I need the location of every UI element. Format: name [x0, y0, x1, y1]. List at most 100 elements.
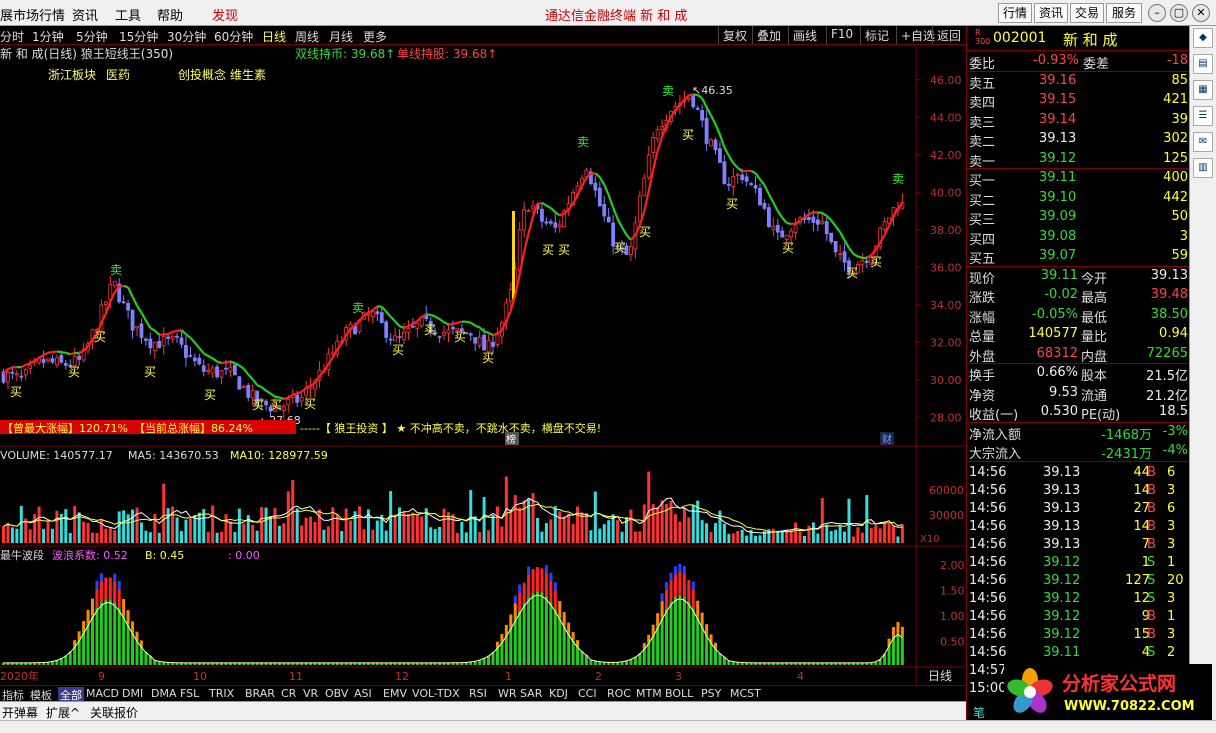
volume-bar — [6, 522, 10, 543]
tab-4[interactable]: DMI — [122, 687, 143, 700]
ma-segment — [448, 322, 454, 326]
tab-7[interactable]: TRIX — [209, 687, 234, 700]
sell-signal: 卖 — [577, 135, 589, 149]
btn-adjust[interactable]: 复权 — [718, 26, 751, 44]
period-timeshare[interactable]: 分时 — [0, 28, 24, 45]
period-30min[interactable]: 30分钟 — [167, 28, 206, 45]
period-weekly[interactable]: 周线 — [295, 28, 319, 45]
strip-list-icon[interactable]: ☰ — [1193, 106, 1213, 126]
btn-draw[interactable]: 画线 — [788, 26, 821, 44]
volume-bar — [714, 523, 717, 543]
tab-24[interactable]: MCST — [730, 687, 761, 700]
ma-segment — [457, 320, 463, 324]
strip-data-icon[interactable]: ▥ — [1193, 158, 1213, 178]
period-daily[interactable]: 日线 — [262, 28, 286, 45]
tab-17[interactable]: SAR — [520, 687, 542, 700]
btn-danmaku[interactable]: 开弹幕 — [2, 704, 38, 721]
tab-15[interactable]: RSI — [469, 687, 487, 700]
volume-bar — [892, 525, 895, 543]
wave-red — [660, 601, 664, 618]
minimize-icon[interactable]: – — [1148, 4, 1166, 22]
buy-signal: 买 — [870, 255, 882, 269]
ma-segment — [292, 392, 298, 396]
wave-green — [108, 599, 112, 665]
menu-help[interactable]: 帮助 — [157, 5, 183, 24]
candle-body — [860, 260, 865, 266]
btn-mark[interactable]: 标记 — [860, 26, 893, 44]
tab-14[interactable]: VOL-TDX — [412, 687, 460, 700]
wave-green — [540, 592, 544, 665]
tab-19[interactable]: CCI — [578, 687, 597, 700]
tab-23[interactable]: PSY — [701, 687, 721, 700]
volume-bar — [135, 507, 139, 543]
candle-body — [135, 326, 139, 329]
btn-info[interactable]: 资讯 — [1034, 3, 1068, 23]
btn-back[interactable]: 返回 — [932, 26, 965, 44]
candle-body — [388, 338, 393, 341]
bang-badge[interactable]: 榜 — [506, 433, 516, 446]
period-monthly[interactable]: 月线 — [329, 28, 353, 45]
btn-f10[interactable]: F10 — [826, 26, 857, 44]
candle-body — [709, 139, 713, 147]
tick-tab[interactable]: 笔 — [973, 704, 985, 721]
volume-bar — [220, 531, 224, 543]
close-icon[interactable]: ✕ — [1192, 4, 1210, 22]
strip-chart-icon[interactable]: ▦ — [1193, 80, 1213, 100]
menu-tools[interactable]: 工具 — [115, 5, 141, 24]
menu-discover[interactable]: 发现 — [212, 5, 238, 24]
menu-news[interactable]: 资讯 — [72, 5, 98, 24]
candle-body — [767, 207, 771, 228]
volume-bar — [807, 525, 811, 543]
btn-trade[interactable]: 交易 — [1070, 3, 1104, 23]
tab-18[interactable]: KDJ — [549, 687, 568, 700]
maximize-icon[interactable]: ▢ — [1170, 4, 1188, 22]
menu-bar: 展市场行情 资讯 工具 帮助 发现 通达信金融终端 新 和 成 行情 资讯 交易… — [0, 0, 1216, 26]
chart-area[interactable]: 买买买买买买买买买买买买买买买买买买买买买卖卖卖卖卖 46.00 44.00 42.… — [0, 46, 966, 686]
candle-body — [753, 185, 758, 189]
strip-news-icon[interactable]: ✉ — [1193, 132, 1213, 152]
period-15min[interactable]: 15分钟 — [119, 28, 158, 45]
strip-panel-icon[interactable]: ▤ — [1193, 54, 1213, 74]
menu-market[interactable]: 展市场行情 — [0, 5, 65, 24]
kline-chart[interactable]: 买买买买买买买买买买 买买买买买买买买买买买卖卖卖卖卖 46.0044.0042.… — [0, 46, 966, 686]
wave-green — [665, 608, 669, 665]
btn-expand[interactable]: 扩展^ — [46, 704, 80, 721]
btn-related-quote[interactable]: 关联报价 — [90, 704, 138, 721]
tab-3[interactable]: MACD — [86, 687, 119, 700]
period-1min[interactable]: 1分钟 — [32, 28, 64, 45]
wave-coef: 波浪系数: 0.52 — [52, 548, 128, 562]
tab-16[interactable]: WR — [498, 687, 517, 700]
ask-row-3: 卖二 39.13 302 — [967, 130, 1190, 150]
tab-5[interactable]: DMA — [151, 687, 177, 700]
candle-body — [59, 354, 64, 363]
tab-11[interactable]: OBV — [325, 687, 348, 700]
tab-20[interactable]: ROC — [607, 687, 631, 700]
btn-overlay[interactable]: 叠加 — [752, 26, 785, 44]
period-60min[interactable]: 60分钟 — [214, 28, 253, 45]
candle-body — [228, 366, 233, 372]
period-more[interactable]: 更多 — [363, 28, 387, 45]
tab-13[interactable]: EMV — [383, 687, 407, 700]
tab-12[interactable]: ASI — [354, 687, 372, 700]
tick-row-1: 14:56 39.13 14 B 3 — [967, 482, 1190, 500]
volume-bar — [758, 535, 762, 543]
tab-6[interactable]: FSL — [180, 687, 199, 700]
tab-10[interactable]: VR — [303, 687, 318, 700]
tab-8[interactable]: BRAR — [245, 687, 275, 700]
wave-blue — [544, 565, 548, 574]
candle-body — [402, 331, 406, 340]
stat-label-2: 内盘 — [1081, 349, 1108, 365]
tab-21[interactable]: MTM — [636, 687, 662, 700]
wave-green — [135, 639, 139, 665]
ma-segment — [492, 332, 498, 337]
candle-body — [161, 336, 166, 347]
period-5min[interactable]: 5分钟 — [76, 28, 108, 45]
tab-22[interactable]: BOLL — [665, 687, 693, 700]
finance-badge[interactable]: 财 — [882, 433, 892, 446]
wave-red — [99, 581, 103, 603]
btn-service[interactable]: 服务 — [1106, 3, 1142, 23]
btn-quote[interactable]: 行情 — [998, 3, 1032, 23]
strip-arrow-icon[interactable]: ◆ — [1193, 28, 1213, 48]
tab-9[interactable]: CR — [281, 687, 296, 700]
ma-segment — [61, 351, 66, 354]
